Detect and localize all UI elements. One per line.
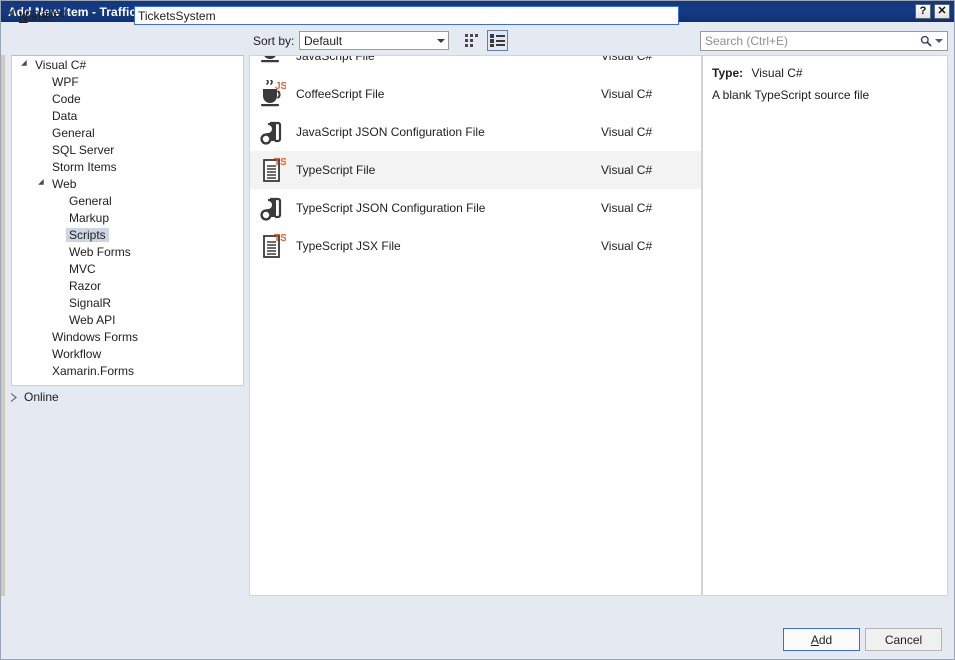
details-panel: Type: Visual C# A blank TypeScript sourc…: [702, 55, 948, 596]
tree-item-windows-forms[interactable]: Windows Forms: [12, 328, 243, 345]
tree-item-web-forms[interactable]: Web Forms: [12, 243, 243, 260]
template-language: Visual C#: [601, 87, 653, 101]
tree-item-label: Scripts: [66, 227, 109, 242]
online-label: Online: [24, 390, 59, 404]
chevron-right-icon: [10, 392, 17, 402]
svg-text:TS: TS: [274, 157, 286, 168]
tree-item-signalr[interactable]: SignalR: [12, 294, 243, 311]
svg-text:TS: TS: [274, 233, 286, 244]
javascript-cup-icon: JS: [250, 56, 296, 64]
detail-type-label: Type:: [712, 66, 744, 80]
name-label: Name:: [19, 10, 55, 24]
list-view-icon[interactable]: [487, 30, 508, 51]
template-list-item[interactable]: JS CoffeeScript File Visual C#: [250, 75, 701, 113]
tree-item-wpf[interactable]: WPF: [12, 73, 243, 90]
tree-item-label: Windows Forms: [52, 329, 139, 344]
tree-item-label: SQL Server: [52, 142, 115, 157]
tree-item-mvc[interactable]: MVC: [12, 260, 243, 277]
close-icon[interactable]: ✕: [934, 4, 950, 19]
template-list-item[interactable]: JSJavaScript File Visual C#: [250, 55, 701, 75]
tree-item-label: Razor: [69, 278, 102, 293]
template-list-item[interactable]: TypeScript JSON Configuration File Visual…: [250, 189, 701, 227]
add-new-item-dialog: Add New Item - TrafficTicketsManagement1…: [0, 0, 955, 660]
tree-item-label: General: [69, 193, 112, 208]
template-name: TypeScript JSON Configuration File: [296, 201, 486, 215]
detail-description: A blank TypeScript source file: [712, 88, 870, 102]
tree-item-label: MVC: [69, 261, 96, 276]
tree-item-label: Web: [52, 176, 77, 191]
tree-item-label: Data: [52, 108, 78, 123]
tree-item-web-api[interactable]: Web API: [12, 311, 243, 328]
tree-item-label: Storm Items: [52, 159, 117, 174]
left-rail: [1, 55, 5, 596]
template-name: TypeScript JSX File: [296, 239, 401, 253]
template-language: Visual C#: [601, 239, 653, 253]
tree-item-markup[interactable]: Markup: [12, 209, 243, 226]
detail-type-row: Type: Visual C#: [712, 66, 938, 80]
tree-item-label: Markup: [69, 210, 110, 225]
chevron-down-icon[interactable]: [36, 178, 49, 188]
search-input[interactable]: [701, 33, 915, 49]
search-options-chevron-icon[interactable]: [934, 39, 943, 43]
sort-by-dropdown[interactable]: Default: [299, 31, 449, 50]
svg-text:JS: JS: [275, 81, 286, 92]
template-list-item[interactable]: TS TypeScript File Visual C#: [250, 151, 701, 189]
tree-item-general[interactable]: General: [12, 192, 243, 209]
tree-item-xamarin-forms[interactable]: Xamarin.Forms: [12, 362, 243, 379]
online-group-header[interactable]: Online: [10, 390, 59, 404]
tree-item-sql-server[interactable]: SQL Server: [12, 141, 243, 158]
tree-item-label: Workflow: [52, 346, 102, 361]
coffeescript-cup-icon: JS: [250, 80, 296, 108]
cancel-button[interactable]: Cancel: [865, 628, 942, 651]
template-name: CoffeeScript File: [296, 87, 385, 101]
template-name: JavaScript JSON Configuration File: [296, 125, 485, 139]
template-list-item[interactable]: TS TypeScript JSX File Visual C#: [250, 227, 701, 265]
json-config-icon: [250, 118, 296, 146]
template-language: Visual C#: [601, 125, 653, 139]
chevron-down-icon: [433, 38, 448, 43]
search-box[interactable]: [700, 31, 948, 51]
chevron-down-icon[interactable]: [19, 59, 32, 69]
tree-item-label: WPF: [52, 74, 79, 89]
tree-item-scripts[interactable]: Scripts: [12, 226, 243, 243]
typescript-document-icon: TS: [250, 232, 296, 260]
magnifier-icon[interactable]: [915, 35, 947, 47]
tree-item-label: General: [52, 125, 95, 140]
window-controls: ? ✕: [915, 4, 950, 19]
tree-item-label: SignalR: [69, 295, 112, 310]
name-input[interactable]: [135, 7, 678, 24]
tree-item-label: Visual C#: [35, 57, 87, 72]
template-language: Visual C#: [601, 201, 653, 215]
medium-icons-view-icon[interactable]: [462, 30, 483, 51]
tree-item-workflow[interactable]: Workflow: [12, 345, 243, 362]
sort-by-label: Sort by:: [253, 34, 295, 48]
detail-type-value: Visual C#: [751, 66, 803, 80]
tree-item-web[interactable]: Web: [12, 175, 243, 192]
help-button[interactable]: ?: [915, 4, 931, 19]
typescript-document-icon: TS: [250, 156, 296, 184]
json-config-icon: [250, 194, 296, 222]
sort-by-value: Default: [304, 33, 343, 48]
tree-item-label: Web API: [69, 312, 116, 327]
template-list: JSJavaScript FileVisual C#JSCoffeeScript…: [249, 55, 702, 596]
tree-item-razor[interactable]: Razor: [12, 277, 243, 294]
tree-item-label: Code: [52, 91, 81, 106]
tree-item-storm-items[interactable]: Storm Items: [12, 158, 243, 175]
template-language: Visual C#: [601, 55, 653, 63]
category-tree: Visual C# WPF Code Data General SQL Server Sto…: [11, 55, 244, 386]
template-language: Visual C#: [601, 163, 653, 177]
template-name: JavaScript File: [296, 55, 375, 63]
tree-item-data[interactable]: Data: [12, 107, 243, 124]
tree-item-visual-c-[interactable]: Visual C#: [12, 56, 243, 73]
tree-item-label: Web Forms: [69, 244, 131, 259]
tree-item-code[interactable]: Code: [12, 90, 243, 107]
tree-item-label: Xamarin.Forms: [52, 363, 135, 378]
template-name: TypeScript File: [296, 163, 376, 177]
add-button[interactable]: Add: [783, 628, 860, 651]
template-list-item[interactable]: JavaScript JSON Configuration File Visual…: [250, 113, 701, 151]
tree-item-general[interactable]: General: [12, 124, 243, 141]
name-field[interactable]: [134, 6, 679, 25]
chevron-down-icon: [7, 8, 18, 18]
